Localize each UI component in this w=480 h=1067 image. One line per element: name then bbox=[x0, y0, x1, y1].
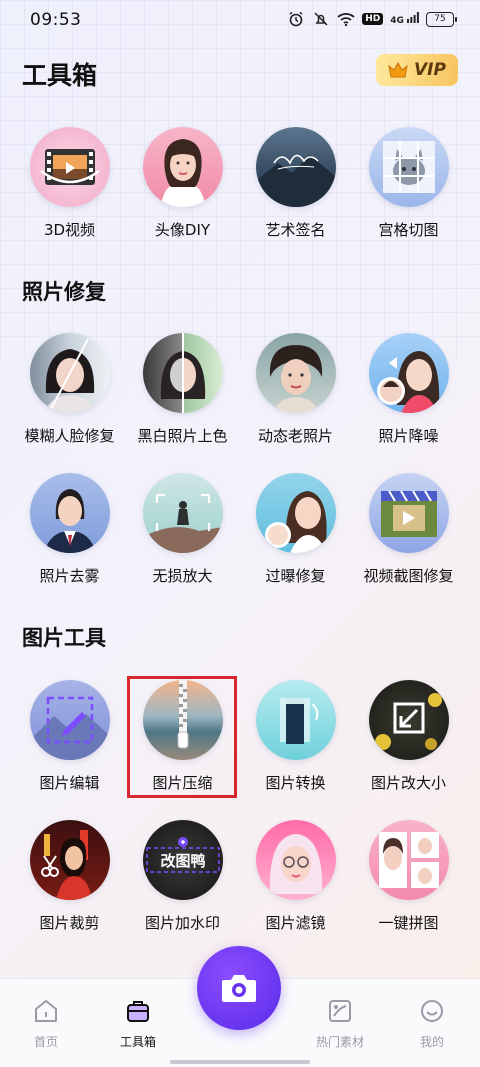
page-title: 工具箱 bbox=[22, 61, 98, 90]
film-3d-icon bbox=[29, 127, 110, 207]
repair-tools-row-1: 模糊人脸修复 黑白照片上色 动态老照片 照片降噪 bbox=[0, 333, 480, 446]
old-photo-icon bbox=[255, 333, 336, 413]
tool-label: 黑白照片上色 bbox=[137, 427, 228, 445]
tool-grid-cut[interactable]: 宫格切图 bbox=[352, 127, 465, 240]
upscale-icon bbox=[142, 473, 223, 553]
tool-label: 照片去雾 bbox=[39, 567, 100, 585]
status-bar: 09:53 HD 4G 75 bbox=[0, 0, 480, 40]
camera-icon bbox=[222, 975, 256, 1002]
toolbox-icon bbox=[124, 997, 152, 1025]
colorize-icon bbox=[142, 333, 223, 413]
tool-image-filter[interactable]: 图片滤镜 bbox=[239, 820, 352, 933]
tool-image-resize[interactable]: 图片改大小 bbox=[352, 680, 465, 793]
tool-image-watermark[interactable]: 改图鸭 图片加水印 bbox=[126, 820, 239, 933]
mute-icon bbox=[312, 10, 330, 28]
vip-label: VIP bbox=[414, 60, 446, 80]
tool-label: 无损放大 bbox=[152, 567, 213, 585]
tool-photo-denoise[interactable]: 照片降噪 bbox=[352, 333, 465, 446]
network-type: 4G bbox=[390, 16, 404, 26]
watermark-sample-text: 改图鸭 bbox=[160, 852, 205, 870]
tool-image-convert[interactable]: 图片转换 bbox=[239, 680, 352, 793]
tool-image-crop[interactable]: 图片裁剪 bbox=[13, 820, 126, 933]
section-title-image-tools: 图片工具 bbox=[22, 626, 106, 650]
signature-art-icon bbox=[255, 127, 336, 207]
tool-colorize-bw[interactable]: 黑白照片上色 bbox=[126, 333, 239, 446]
nav-hot-materials-label: 热门素材 bbox=[315, 1035, 364, 1049]
tool-image-edit[interactable]: 图片编辑 bbox=[13, 680, 126, 793]
defog-icon bbox=[29, 473, 110, 553]
tool-label: 艺术签名 bbox=[265, 221, 326, 239]
tool-collage[interactable]: 一键拼图 bbox=[352, 820, 465, 933]
collage-icon bbox=[368, 820, 449, 900]
image-edit-icon bbox=[29, 680, 110, 760]
smile-icon bbox=[418, 997, 446, 1025]
tool-label: 模糊人脸修复 bbox=[24, 427, 115, 445]
video-frame-icon bbox=[368, 473, 449, 553]
image-gallery-icon bbox=[326, 997, 354, 1025]
image-convert-icon bbox=[255, 680, 336, 760]
avatar-portrait-icon bbox=[142, 127, 223, 207]
image-filter-icon bbox=[255, 820, 336, 900]
tool-image-compress[interactable]: 图片压缩 bbox=[126, 680, 239, 793]
tool-avatar-diy[interactable]: 头像DIY bbox=[126, 127, 239, 240]
tool-label: 图片压缩 bbox=[152, 774, 213, 792]
image-resize-icon bbox=[368, 680, 449, 760]
nav-home-label: 首页 bbox=[33, 1035, 58, 1049]
home-icon bbox=[32, 997, 60, 1025]
tool-3d-video[interactable]: 3D视频 bbox=[13, 127, 126, 240]
tool-label: 一键拼图 bbox=[378, 914, 439, 932]
tool-video-frame-repair[interactable]: 视频截图修复 bbox=[352, 473, 465, 586]
section-title-photo-repair: 照片修复 bbox=[22, 280, 106, 304]
nav-mine[interactable]: 我的 bbox=[392, 997, 472, 1050]
nav-mine-label: 我的 bbox=[419, 1035, 444, 1049]
face-repair-icon bbox=[29, 333, 110, 413]
image-crop-icon bbox=[29, 820, 110, 900]
top-tools-row: 3D视频 头像DIY 艺术签名 宫格切图 bbox=[0, 127, 480, 240]
tool-animate-old-photo[interactable]: 动态老照片 bbox=[239, 333, 352, 446]
tool-label: 图片加水印 bbox=[144, 914, 220, 932]
tool-label: 照片降噪 bbox=[378, 427, 439, 445]
camera-button[interactable] bbox=[197, 946, 281, 1030]
tool-label: 3D视频 bbox=[43, 221, 96, 239]
status-icons: HD 4G 75 bbox=[287, 10, 457, 28]
zipper-compress-icon bbox=[142, 680, 223, 760]
denoise-icon bbox=[368, 333, 449, 413]
nav-toolbox-label: 工具箱 bbox=[119, 1035, 156, 1049]
overexposure-icon bbox=[255, 473, 336, 553]
tool-lossless-upscale[interactable]: 无损放大 bbox=[126, 473, 239, 586]
crown-icon bbox=[388, 62, 408, 78]
nav-home[interactable]: 首页 bbox=[6, 997, 86, 1050]
tool-label: 图片裁剪 bbox=[39, 914, 100, 932]
signal-strength: 4G bbox=[390, 12, 419, 26]
tool-overexposure-fix[interactable]: 过曝修复 bbox=[239, 473, 352, 586]
tool-label: 头像DIY bbox=[154, 221, 211, 239]
tool-label: 动态老照片 bbox=[257, 427, 333, 445]
tool-label: 图片改大小 bbox=[370, 774, 446, 792]
vip-button[interactable]: VIP bbox=[376, 54, 458, 86]
tool-label: 图片编辑 bbox=[39, 774, 100, 792]
wifi-icon bbox=[337, 10, 355, 28]
tool-label: 过曝修复 bbox=[265, 567, 326, 585]
hd-badge: HD bbox=[362, 13, 384, 25]
image-watermark-icon: 改图鸭 bbox=[142, 820, 223, 900]
grid-cut-cat-icon bbox=[368, 127, 449, 207]
repair-tools-row-2: 照片去雾 无损放大 过曝修复 视频截图修复 bbox=[0, 473, 480, 586]
tool-label: 图片滤镜 bbox=[265, 914, 326, 932]
tool-label: 图片转换 bbox=[265, 774, 326, 792]
status-time: 09:53 bbox=[30, 10, 82, 30]
alarm-icon bbox=[287, 10, 305, 28]
image-tools-row-1: 图片编辑 图片压缩 图片转换 图片改大小 bbox=[0, 680, 480, 793]
nav-hot-materials[interactable]: 热门素材 bbox=[300, 997, 380, 1050]
tool-art-signature[interactable]: 艺术签名 bbox=[239, 127, 352, 240]
tool-label: 视频截图修复 bbox=[363, 567, 454, 585]
tool-defog[interactable]: 照片去雾 bbox=[13, 473, 126, 586]
nav-toolbox[interactable]: 工具箱 bbox=[98, 997, 178, 1050]
tool-blur-face-repair[interactable]: 模糊人脸修复 bbox=[13, 333, 126, 446]
home-indicator bbox=[170, 1060, 310, 1064]
image-tools-row-2: 图片裁剪 改图鸭 图片加水印 图片滤镜 一键拼图 bbox=[0, 820, 480, 933]
battery-indicator: 75 bbox=[426, 11, 457, 27]
tool-label: 宫格切图 bbox=[378, 221, 439, 239]
